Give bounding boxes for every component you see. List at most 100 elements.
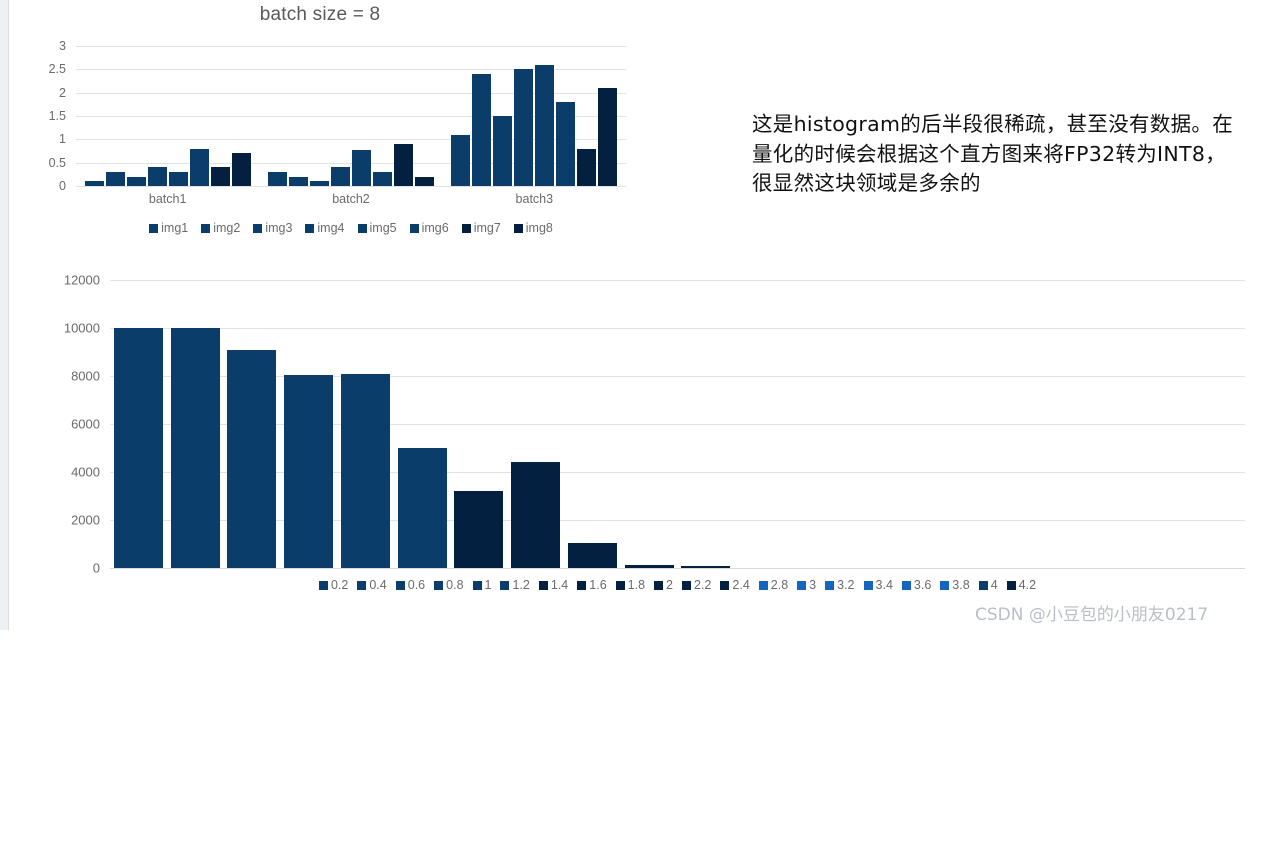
bar	[567, 542, 617, 568]
histogram-bin	[564, 280, 621, 568]
annotation-text: 这是histogram的后半段很稀疏，甚至没有数据。在量化的时候会根据这个直方图…	[752, 112, 1234, 196]
bar	[105, 172, 125, 186]
y-axis-labels: 3 2.5 2 1.5 1 0.5 0	[14, 39, 70, 193]
legend-swatch-icon	[434, 580, 444, 590]
bar	[168, 172, 188, 186]
bar	[577, 148, 597, 186]
legend-swatch-icon	[461, 223, 471, 233]
legend-item[interactable]: 0.6	[395, 578, 425, 592]
legend-swatch-icon	[1006, 580, 1016, 590]
histogram-bin	[507, 280, 564, 568]
bar-group	[76, 46, 259, 186]
legend-item[interactable]: 3.2	[825, 578, 855, 592]
x-axis-tick-label: batch3	[515, 192, 554, 206]
legend-item[interactable]: 2	[654, 578, 673, 592]
legend-item[interactable]: 1.8	[615, 578, 645, 592]
bar	[340, 373, 390, 568]
legend-label: 4.2	[1018, 578, 1037, 592]
legend-swatch-icon	[615, 580, 625, 590]
legend-item[interactable]: img6	[409, 221, 449, 235]
legend-item[interactable]: 2.4	[720, 578, 750, 592]
legend-item[interactable]: img1	[149, 221, 188, 235]
legend-label: 3.4	[875, 578, 893, 592]
legend-label: 0.4	[369, 578, 387, 592]
legend-label: 1	[484, 578, 492, 592]
legend-item[interactable]: img2	[201, 221, 240, 235]
legend-swatch-icon	[538, 580, 548, 590]
legend-item[interactable]: 3	[797, 578, 816, 592]
legend-item[interactable]: 3.4	[863, 578, 893, 592]
batch-size-chart: batch size = 8 3 2.5 2 1.5 1 0.5 0 batch1 batch…	[14, 2, 626, 246]
legend-label: 2.2	[694, 578, 712, 592]
bar	[267, 172, 287, 186]
bar	[351, 149, 371, 186]
legend-label: 0.8	[446, 578, 464, 592]
legend-item[interactable]: 1.6	[577, 578, 607, 592]
legend-swatch-icon	[357, 223, 367, 233]
histogram-bin	[224, 280, 281, 568]
bar	[598, 88, 618, 186]
y-axis-tick-label: 2.5	[48, 62, 66, 77]
legend-item[interactable]: 3.8	[940, 578, 970, 592]
bar	[147, 167, 167, 186]
legend-swatch-icon	[500, 580, 510, 590]
legend-item[interactable]: img5	[357, 221, 397, 235]
histogram-bin	[848, 280, 905, 568]
legend-swatch-icon	[253, 223, 263, 233]
bar	[514, 69, 534, 186]
legend-swatch-icon	[201, 223, 211, 233]
legend-item[interactable]: img8	[513, 221, 553, 235]
bar	[231, 153, 251, 186]
bar-group	[443, 46, 626, 186]
legend-item[interactable]: 0.8	[434, 578, 464, 592]
legend-label: img6	[421, 221, 449, 235]
legend-swatch-icon	[357, 580, 367, 590]
legend-item[interactable]: 0.2	[318, 578, 348, 592]
legend-item[interactable]: 1	[472, 578, 492, 592]
legend-swatch-icon	[682, 580, 691, 590]
bar	[113, 328, 163, 568]
y-axis-tick-label: 0.5	[48, 155, 66, 170]
bar	[84, 181, 104, 186]
histogram-legend: 0.2 0.4 0.6 0.8 1 1.2 1.4 1.6 1.8 2 2.2 2.4 2.8 3 3.2 3…	[110, 578, 1245, 592]
legend-swatch-icon	[654, 580, 664, 590]
legend-swatch-icon	[758, 580, 768, 590]
legend-label: 1.6	[589, 578, 607, 592]
histogram-bin	[280, 280, 337, 568]
legend-item[interactable]: img7	[461, 221, 501, 235]
legend-swatch-icon	[472, 580, 482, 590]
slide-left-edge	[0, 0, 9, 630]
bar	[451, 134, 471, 186]
histogram-bin	[167, 280, 224, 568]
bar	[126, 176, 146, 186]
y-axis-tick-label: 6000	[71, 416, 100, 432]
histogram-bin	[791, 280, 848, 568]
legend-item[interactable]: 4	[978, 578, 998, 592]
histogram-bin	[1132, 280, 1189, 568]
legend-label: img4	[317, 221, 345, 235]
legend-swatch-icon	[978, 580, 988, 590]
legend-label: 3.2	[837, 578, 855, 592]
legend-item[interactable]: 2.2	[682, 578, 711, 592]
legend-item[interactable]: 0.4	[357, 578, 387, 592]
bar	[535, 64, 555, 186]
legend-item[interactable]: img3	[253, 221, 292, 235]
bar	[454, 491, 504, 568]
legend-swatch-icon	[940, 580, 950, 590]
legend-item[interactable]: 4.2	[1006, 578, 1037, 592]
legend-item[interactable]: img4	[305, 221, 345, 235]
y-axis-tick-label: 1.5	[48, 109, 66, 123]
bar	[309, 181, 329, 186]
bar	[556, 102, 576, 186]
bar	[472, 74, 492, 186]
legend-label: 2	[666, 578, 673, 592]
legend-item[interactable]: 1.2	[500, 578, 530, 592]
histogram-y-axis-labels: 12000 10000 8000 6000 4000 2000 0	[14, 273, 100, 576]
legend-item[interactable]: 3.6	[901, 578, 931, 592]
legend-swatch-icon	[409, 223, 419, 233]
bar	[284, 374, 334, 568]
legend-item[interactable]: 2.8	[758, 578, 788, 592]
legend-item[interactable]: 1.4	[538, 578, 568, 592]
histogram-bin	[451, 280, 508, 568]
chart-title: batch size = 8	[259, 4, 381, 25]
